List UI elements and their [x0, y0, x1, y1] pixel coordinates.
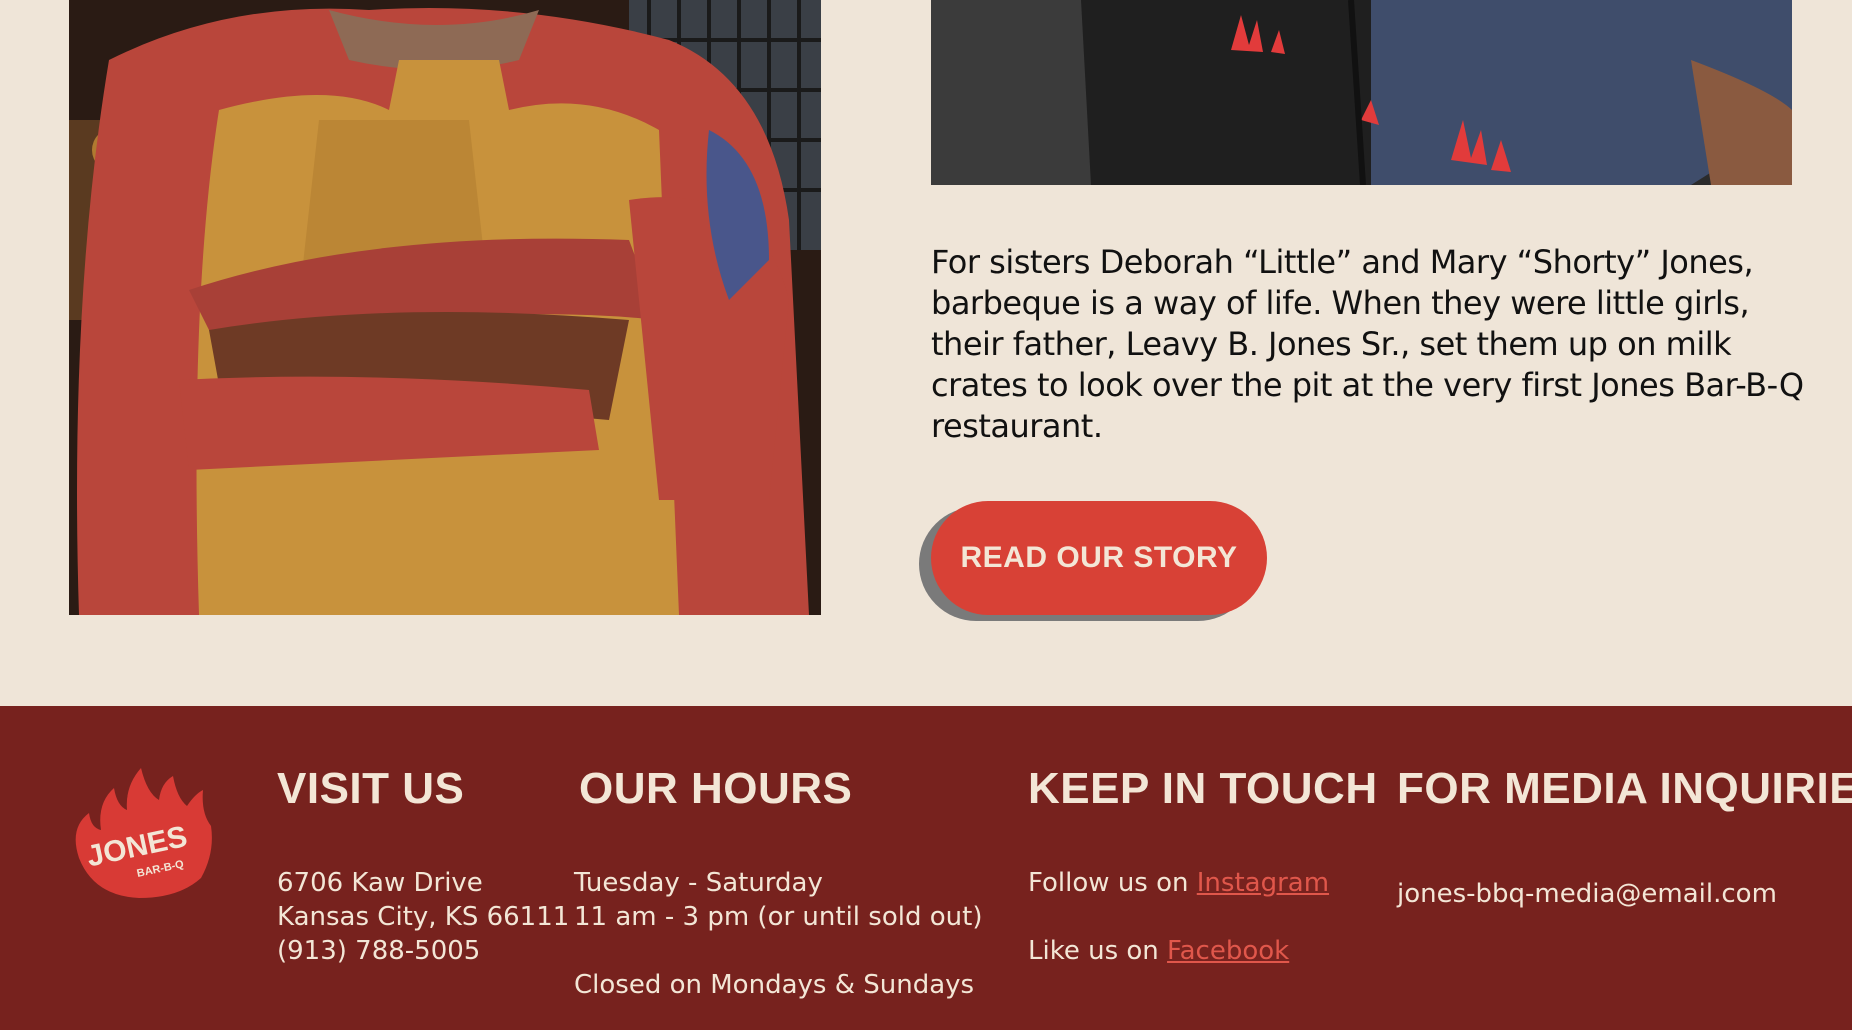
address-block: 6706 Kaw Drive Kansas City, KS 66111 (91…	[277, 866, 569, 968]
pitmaster-photo	[69, 0, 821, 615]
keep-in-touch-heading: KEEP IN TOUCH	[1028, 764, 1378, 813]
instagram-link[interactable]: Instagram	[1197, 868, 1329, 898]
hours-block: Tuesday - Saturday 11 am - 3 pm (or unti…	[574, 866, 982, 1002]
instagram-line: Follow us on Instagram	[1028, 866, 1329, 900]
media-email[interactable]: jones-bbq-media@email.com	[1397, 877, 1777, 911]
closed-days: Closed on Mondays & Sundays	[574, 970, 975, 1000]
media-inquiries-heading: FOR MEDIA INQUIRIES	[1397, 764, 1852, 813]
like-prefix: Like us on	[1028, 936, 1159, 966]
address-street: 6706 Kaw Drive	[277, 868, 483, 898]
open-time: 11 am - 3 pm (or until sold out)	[574, 902, 983, 932]
open-days: Tuesday - Saturday	[574, 868, 823, 898]
our-hours-heading: OUR HOURS	[579, 764, 853, 813]
media-block: jones-bbq-media@email.com	[1397, 877, 1777, 911]
story-paragraph: For sisters Deborah “Little” and Mary “S…	[931, 243, 1804, 445]
hours-spacer	[574, 934, 982, 968]
phone-number[interactable]: (913) 788-5005	[277, 934, 569, 968]
jones-bbq-logo[interactable]: JONES BAR-B-Q	[69, 768, 215, 900]
read-our-story-button[interactable]: READ OUR STORY	[931, 501, 1267, 615]
site-footer: JONES BAR-B-Q VISIT US 6706 Kaw Drive Ka…	[0, 706, 1852, 1030]
visit-us-heading: VISIT US	[277, 764, 465, 813]
facebook-link[interactable]: Facebook	[1167, 936, 1289, 966]
facebook-line: Like us on Facebook	[1028, 934, 1329, 968]
follow-prefix: Follow us on	[1028, 868, 1189, 898]
page: For sisters Deborah “Little” and Mary “S…	[0, 0, 1852, 1030]
social-block: Follow us on Instagram Like us on Facebo…	[1028, 866, 1329, 968]
address-city: Kansas City, KS 66111	[277, 902, 570, 932]
story-section: For sisters Deborah “Little” and Mary “S…	[0, 0, 1852, 706]
sisters-photo	[931, 0, 1792, 185]
social-spacer	[1028, 900, 1329, 934]
